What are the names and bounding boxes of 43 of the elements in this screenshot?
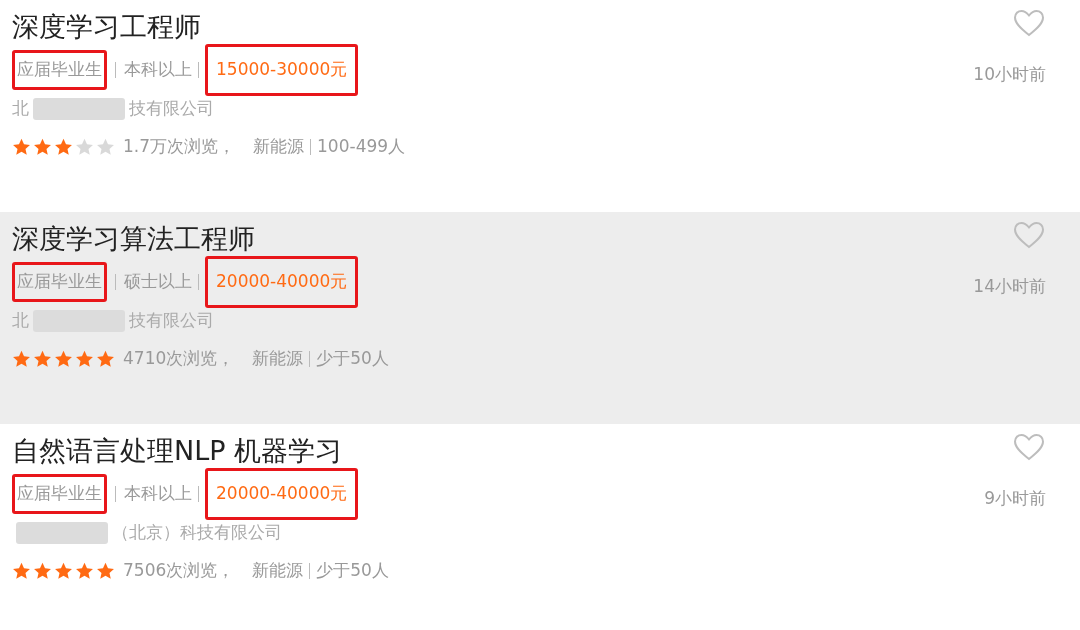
education-tag: 硕士以上 xyxy=(124,269,192,295)
star-icon xyxy=(54,561,73,580)
posted-time: 10小时前 xyxy=(973,63,1046,86)
view-count: 1.7万次浏览， xyxy=(123,135,236,158)
star-icon xyxy=(96,137,115,156)
heart-icon[interactable] xyxy=(1012,432,1046,462)
star-icon xyxy=(54,137,73,156)
star-icon xyxy=(75,137,94,156)
job-card[interactable]: 深度学习算法工程师 应届毕业生 硕士以上 20000-40000元 北 技有限公司 4710次浏览， 新能源 少于50人 14小时前 xyxy=(0,212,1080,424)
heart-icon[interactable] xyxy=(1012,220,1046,250)
star-icon xyxy=(33,349,52,368)
salary-text: 20000-40000元 xyxy=(205,256,359,308)
salary-text: 20000-40000元 xyxy=(205,468,359,520)
job-title[interactable]: 自然语言处理NLP 机器学习 xyxy=(12,432,389,470)
job-title[interactable]: 深度学习算法工程师 xyxy=(12,220,389,258)
star-icon xyxy=(33,561,52,580)
company-size: 少于50人 xyxy=(316,347,389,370)
star-icon xyxy=(96,561,115,580)
salary-text: 15000-30000元 xyxy=(205,44,359,96)
star-icon xyxy=(12,349,31,368)
star-icon xyxy=(75,561,94,580)
industry-text: 新能源 xyxy=(253,135,305,158)
experience-tag: 应届毕业生 xyxy=(12,474,107,514)
industry-text: 新能源 xyxy=(252,347,304,370)
posted-time: 14小时前 xyxy=(973,275,1046,298)
job-title[interactable]: 深度学习工程师 xyxy=(12,8,406,46)
star-icon xyxy=(75,349,94,368)
experience-tag: 应届毕业生 xyxy=(12,50,107,90)
company-size: 100-499人 xyxy=(317,135,406,158)
star-icon xyxy=(33,137,52,156)
education-tag: 本科以上 xyxy=(124,481,192,507)
star-icon xyxy=(96,349,115,368)
view-count: 4710次浏览， xyxy=(123,347,235,370)
star-icon xyxy=(12,137,31,156)
view-count: 7506次浏览， xyxy=(123,559,235,582)
heart-icon[interactable] xyxy=(1012,8,1046,38)
experience-tag: 应届毕业生 xyxy=(12,262,107,302)
star-icon xyxy=(54,349,73,368)
education-tag: 本科以上 xyxy=(124,57,192,83)
posted-time: 9小时前 xyxy=(984,487,1046,510)
industry-text: 新能源 xyxy=(252,559,304,582)
star-icon xyxy=(12,561,31,580)
company-size: 少于50人 xyxy=(316,559,389,582)
